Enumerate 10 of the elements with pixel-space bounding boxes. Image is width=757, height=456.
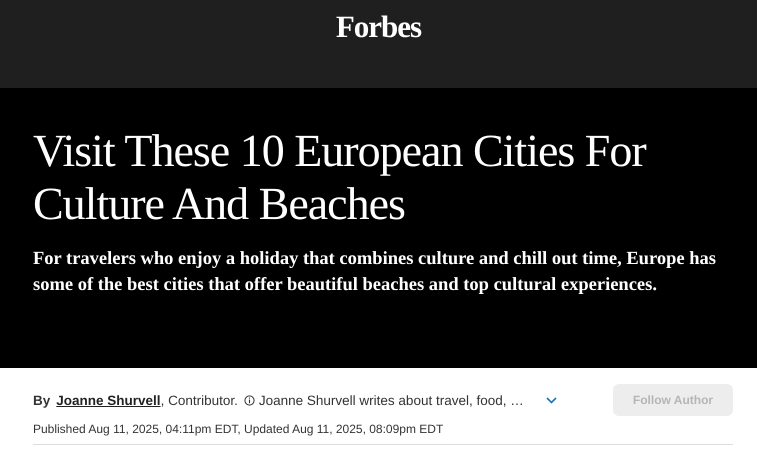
author-role: , Contributor. (160, 392, 238, 408)
byline-label: By (33, 392, 50, 408)
publish-dates: Published Aug 11, 2025, 04:11pm EDT, Updated Aug 11, 2025, 08:09pm EDT (33, 422, 733, 445)
author-link[interactable]: Joanne Shurvell (56, 392, 161, 408)
chevron-icon[interactable] (546, 396, 557, 404)
article-subtitle: For travelers who enjoy a holiday that combines culture and chill out time, Europe has some of the best cities that offer beautiful beaches and top cultural experiences. (33, 248, 717, 297)
article-title: Visit These 10 European Cities For Culture And Beaches (33, 124, 648, 230)
site-logo[interactable]: Forbes (336, 9, 422, 45)
author-bio: Joanne Shurvell writes about travel, food, … (258, 392, 524, 408)
info-icon (244, 394, 255, 406)
